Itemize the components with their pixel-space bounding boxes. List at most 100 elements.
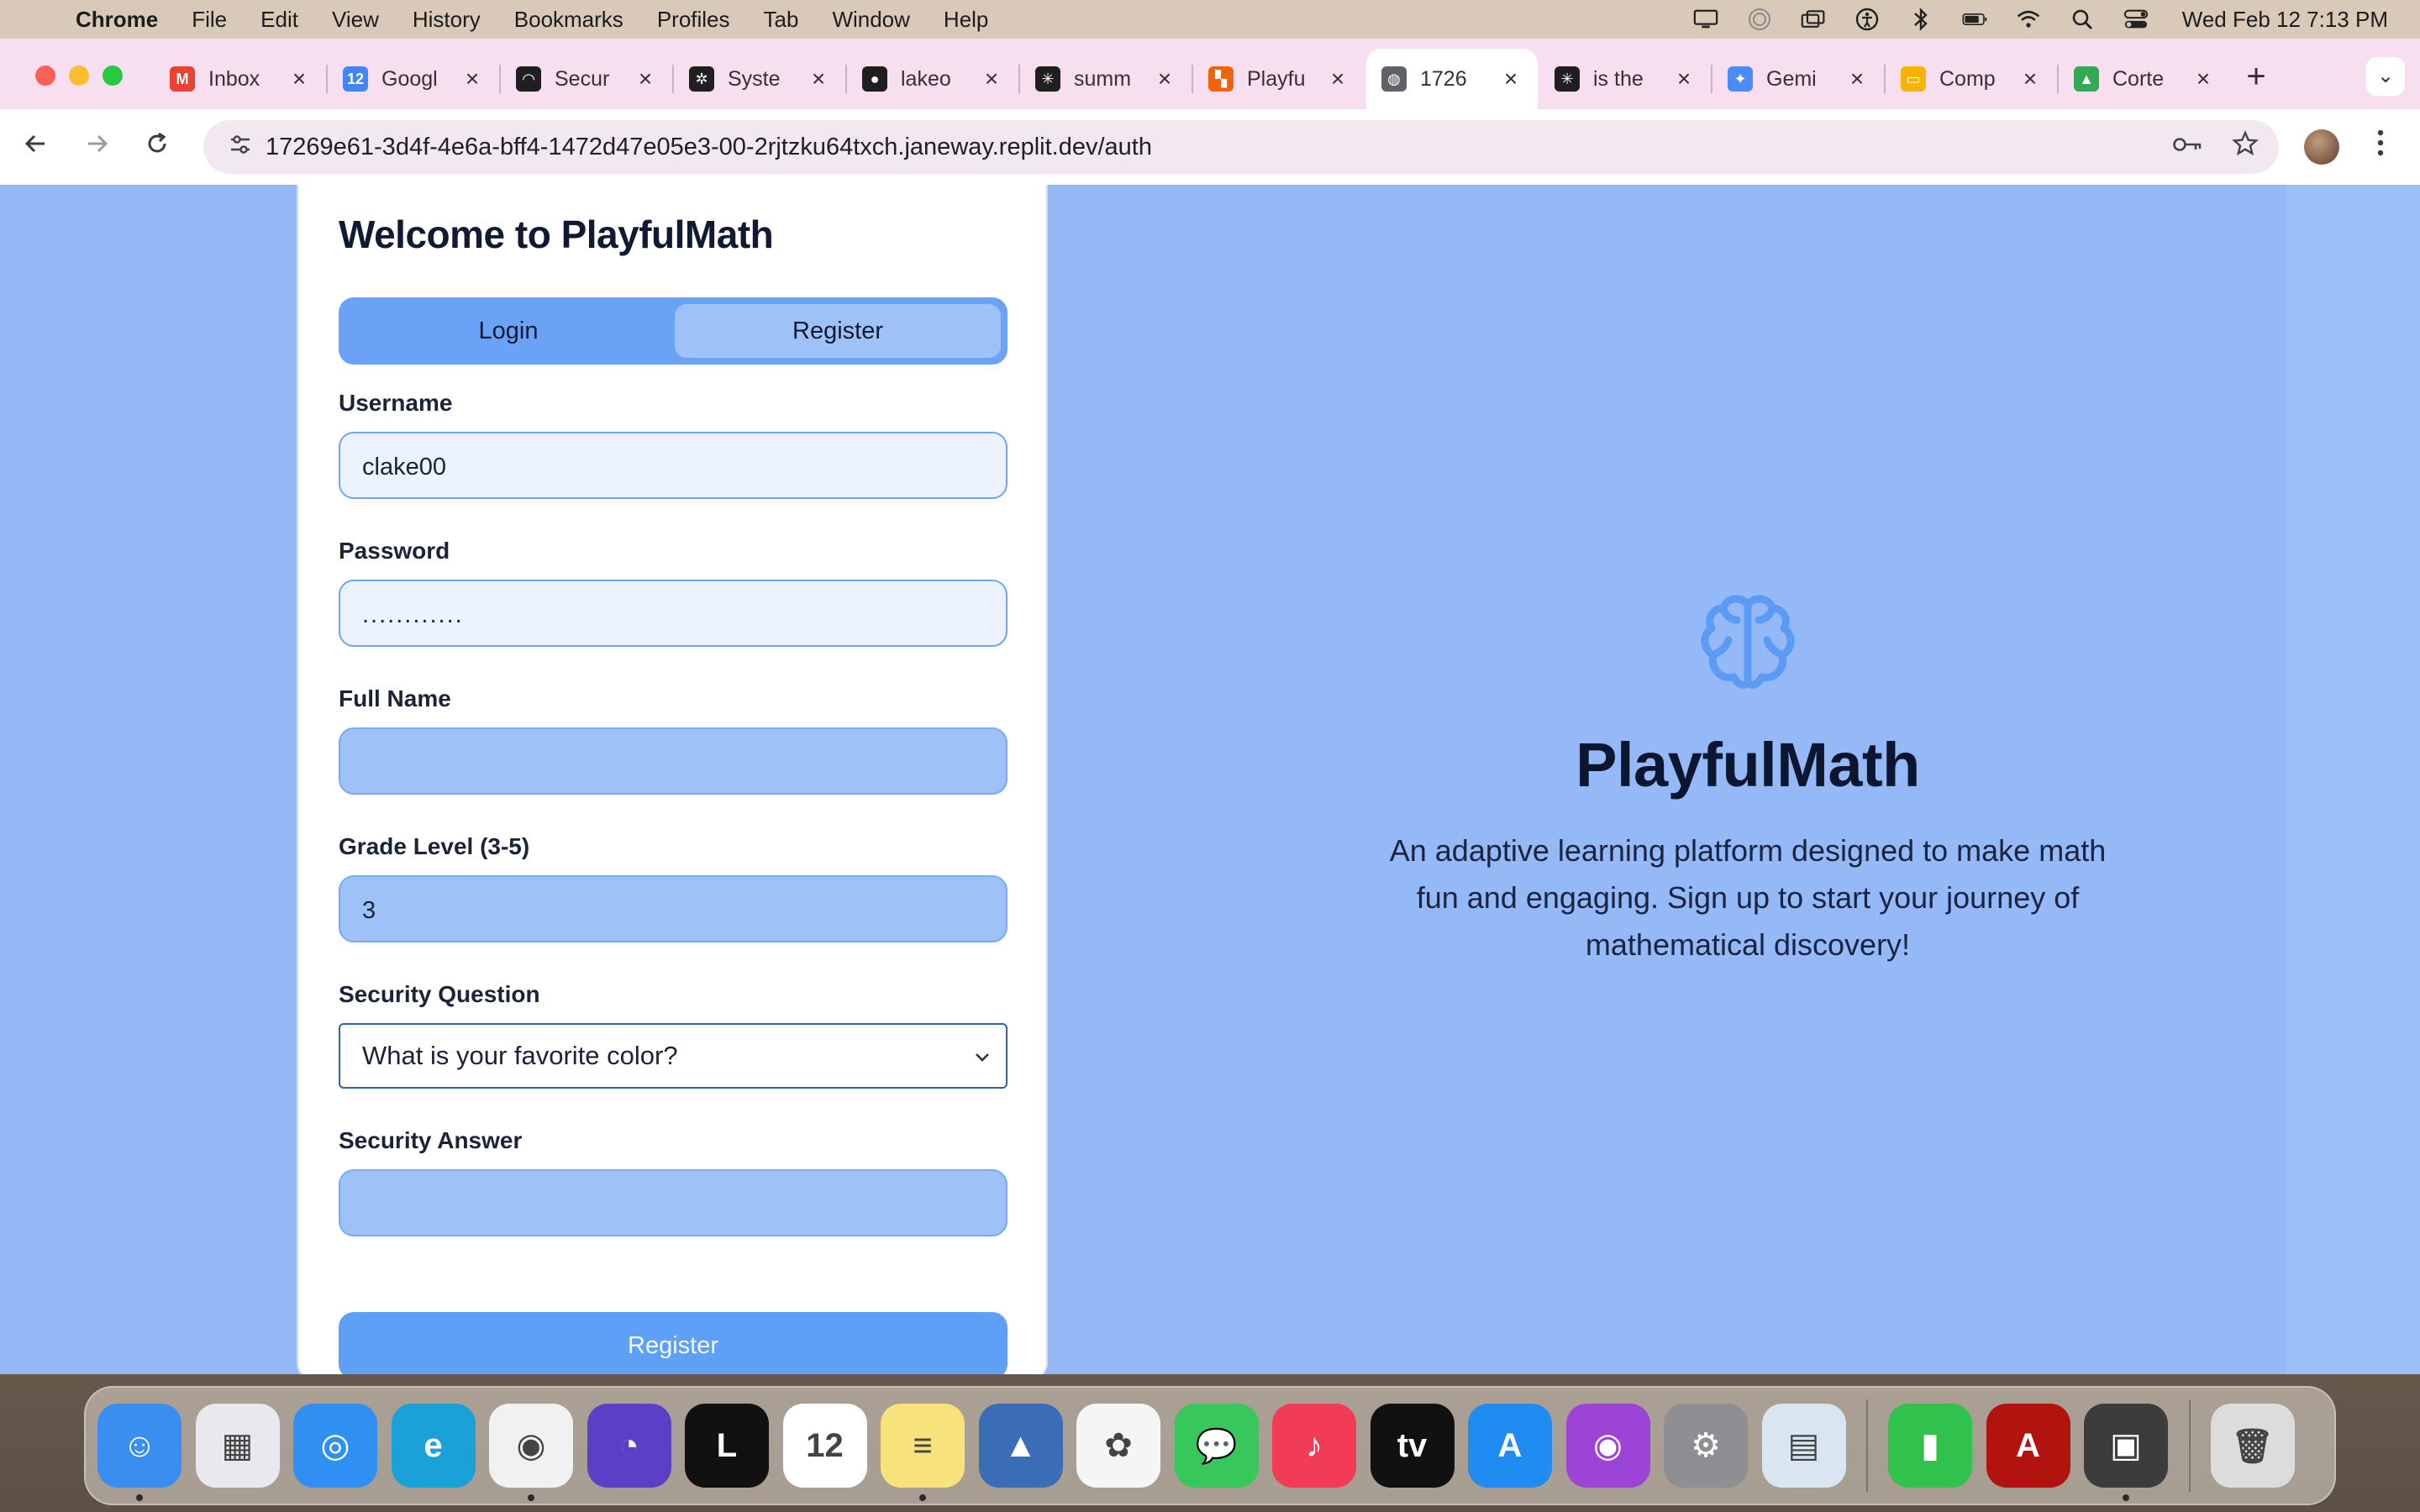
running-indicator [2123, 1494, 2129, 1501]
tab-title: Comp [1939, 66, 1996, 91]
edge-icon[interactable]: e [391, 1404, 476, 1488]
reload-button[interactable] [136, 126, 178, 168]
browser-tab[interactable]: ✳ summ × [1020, 49, 1192, 109]
photo-booth-icon[interactable]: ▣ [2084, 1404, 2168, 1501]
browser-tab[interactable]: ✲ Syste × [674, 49, 845, 109]
menu-tab[interactable]: Tab [764, 7, 799, 33]
password-input[interactable]: ............ [339, 580, 1007, 647]
reload-icon [148, 132, 166, 153]
menu-history[interactable]: History [413, 7, 481, 33]
tab-close-icon[interactable]: × [287, 66, 311, 92]
screen-mirroring-icon[interactable] [1801, 7, 1826, 32]
grade-level-input[interactable]: 3 [339, 875, 1007, 942]
site-info-icon[interactable] [215, 132, 266, 163]
new-tab-button[interactable]: + [2235, 55, 2277, 97]
launchpad-icon[interactable]: ▦ [195, 1404, 280, 1488]
username-input[interactable]: clake00 [339, 432, 1007, 499]
tab-close-icon[interactable]: × [807, 66, 830, 92]
system-settings-icon[interactable]: ⚙ [1664, 1404, 1748, 1488]
browser-tab[interactable]: M Inbox × [155, 49, 326, 109]
podcasts-icon[interactable]: ◉ [1565, 1404, 1650, 1488]
back-button[interactable] [15, 126, 57, 168]
register-submit-button[interactable]: Register [339, 1312, 1007, 1374]
tab-close-icon[interactable]: × [980, 66, 1003, 92]
messages-icon[interactable]: 💬 [1174, 1404, 1259, 1488]
fullname-label: Full Name [339, 685, 451, 711]
tab-close-icon[interactable]: × [2191, 66, 2215, 92]
tab-search-button[interactable]: ⌄ [2366, 57, 2405, 96]
browser-tab[interactable]: ▚ Playfu × [1193, 49, 1365, 109]
menu-bookmarks[interactable]: Bookmarks [514, 7, 623, 33]
bluetooth-icon[interactable] [1908, 7, 1933, 32]
browser-tab[interactable]: ✦ Gemi × [1712, 49, 1884, 109]
bookmark-star-icon[interactable] [2222, 130, 2269, 164]
apple-tv-icon[interactable]: tv [1370, 1404, 1455, 1488]
accessibility-icon[interactable] [1854, 7, 1880, 32]
tab-close-icon[interactable]: × [1672, 66, 1696, 92]
notes-icon[interactable]: ≡ [881, 1404, 965, 1501]
github-icon: ● [862, 66, 887, 92]
browser-tab[interactable]: ▲ Corte × [2059, 49, 2230, 109]
profile-avatar[interactable] [2304, 129, 2339, 165]
chrome-icon[interactable]: ◉ [489, 1404, 573, 1501]
password-label: Password [339, 538, 450, 564]
tab-close-icon[interactable]: × [460, 66, 484, 92]
music-icon[interactable]: ♪ [1272, 1404, 1356, 1488]
tab-close-icon[interactable]: × [634, 66, 657, 92]
safari-icon[interactable]: ◎ [293, 1404, 377, 1488]
tab-close-icon[interactable]: × [1845, 66, 1869, 92]
control-center-icon[interactable] [2123, 7, 2149, 32]
menu-profiles[interactable]: Profiles [657, 7, 730, 33]
fullname-input[interactable] [339, 727, 1007, 795]
browser-tab[interactable]: ✳ is the × [1539, 49, 1711, 109]
menu-window[interactable]: Window [832, 7, 909, 33]
display-icon[interactable] [1693, 7, 1718, 32]
spotlight-search-icon[interactable] [2070, 7, 2095, 32]
browser-tab[interactable]: ◠ Secur × [501, 49, 672, 109]
security-answer-input[interactable] [339, 1169, 1007, 1236]
lasso-icon[interactable]: L [685, 1404, 769, 1488]
running-indicator [919, 1494, 926, 1501]
globe-icon: ◍ [1381, 66, 1407, 92]
preview-icon[interactable]: ▤ [1761, 1404, 1846, 1488]
app-store-icon[interactable]: A [1468, 1404, 1552, 1488]
menu-edit[interactable]: Edit [260, 7, 298, 33]
tab-close-icon[interactable]: × [2018, 66, 2042, 92]
browser-tab[interactable]: ▭ Comp × [1886, 49, 2057, 109]
address-bar[interactable]: 17269e61-3d4f-4e6a-bff4-1472d47e05e3-00-… [203, 120, 2279, 174]
browser-tab[interactable]: ● lakeo × [847, 49, 1018, 109]
gmail-icon: M [170, 66, 195, 92]
linear-icon[interactable]: ▲ [978, 1404, 1063, 1488]
tab-close-icon[interactable]: × [1326, 66, 1349, 92]
menu-help[interactable]: Help [944, 7, 988, 33]
tab-close-icon[interactable]: × [1499, 66, 1523, 92]
zoom-window-button[interactable] [103, 66, 123, 86]
photos-icon[interactable]: ✿ [1076, 1404, 1160, 1488]
finder-icon[interactable]: ☺ [97, 1404, 182, 1501]
menu-app-name[interactable]: Chrome [76, 7, 158, 33]
tab-close-icon[interactable]: × [1153, 66, 1176, 92]
forward-button[interactable] [76, 126, 118, 168]
calendar-icon[interactable]: 12 [782, 1404, 867, 1488]
tab-register[interactable]: Register [675, 304, 1001, 358]
browser-tab[interactable]: 12 Googl × [328, 49, 499, 109]
acrobat-icon[interactable]: A [1986, 1404, 2070, 1488]
browser-tab[interactable]: ◍ 1726 × [1366, 49, 1538, 109]
airdrop-icon[interactable] [1747, 7, 1772, 32]
tab-title: Corte [2112, 66, 2165, 91]
menu-bar-clock[interactable]: Wed Feb 12 7:13 PM [2182, 7, 2388, 33]
tab-login[interactable]: Login [345, 304, 671, 358]
menu-view[interactable]: View [332, 7, 379, 33]
wifi-icon[interactable] [2016, 7, 2041, 32]
password-key-icon[interactable] [2165, 133, 2212, 161]
chrome-menu-button[interactable] [2361, 128, 2400, 166]
minimize-window-button[interactable] [69, 66, 89, 86]
security-question-select[interactable]: What is your favorite color? [339, 1023, 1007, 1089]
trash-icon[interactable]: 🗑 [2210, 1404, 2295, 1488]
battery-icon[interactable] [1962, 7, 1987, 32]
url-text[interactable]: 17269e61-3d4f-4e6a-bff4-1472d47e05e3-00-… [266, 134, 2165, 161]
menu-file[interactable]: File [192, 7, 227, 33]
numbers-icon[interactable]: ▮ [1888, 1404, 1972, 1488]
close-window-button[interactable] [35, 66, 55, 86]
firefox-icon[interactable]: ◔ [587, 1404, 671, 1488]
